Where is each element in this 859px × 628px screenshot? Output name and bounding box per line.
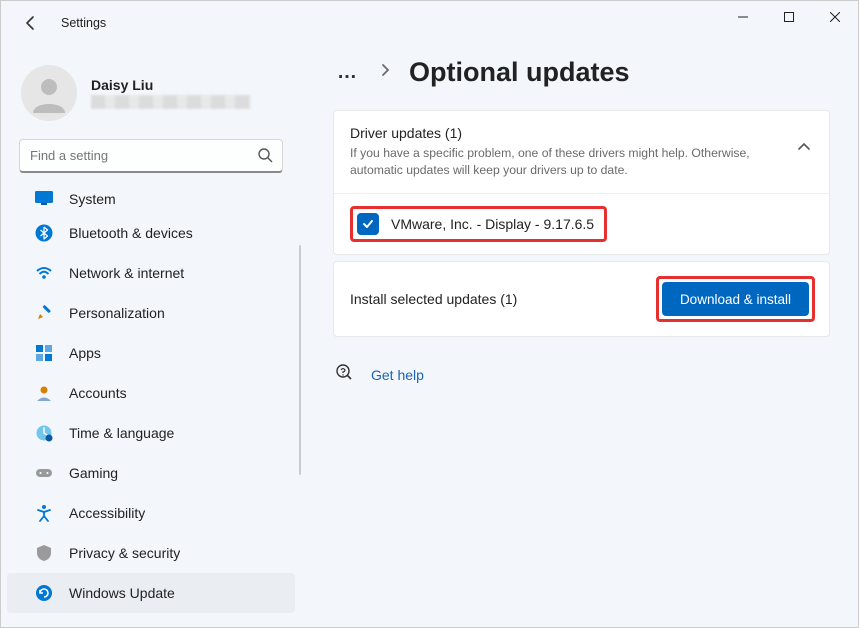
- help-icon: [335, 363, 353, 386]
- sidebar-item-network[interactable]: Network & internet: [7, 253, 295, 293]
- sidebar-item-gaming[interactable]: Gaming: [7, 453, 295, 493]
- sidebar-item-label: Time & language: [69, 425, 174, 441]
- sidebar-item-time[interactable]: Time & language: [7, 413, 295, 453]
- sidebar-item-system[interactable]: System: [7, 185, 295, 213]
- install-text: Install selected updates (1): [350, 291, 517, 307]
- breadcrumb: … Optional updates: [333, 57, 830, 88]
- sidebar-item-privacy[interactable]: Privacy & security: [7, 533, 295, 573]
- accounts-icon: [35, 384, 53, 402]
- sidebar-item-label: Personalization: [69, 305, 165, 321]
- sidebar-item-label: Accessibility: [69, 505, 145, 521]
- nav: System Bluetooth & devices Network & int…: [1, 185, 301, 627]
- update-icon: [35, 584, 53, 602]
- main: … Optional updates Driver updates (1) If…: [301, 45, 858, 627]
- sidebar-item-label: Windows Update: [69, 585, 175, 601]
- download-install-button[interactable]: Download & install: [662, 282, 809, 316]
- annotation-highlight: VMware, Inc. - Display - 9.17.6.5: [350, 206, 607, 242]
- content: Daisy Liu System Bluetooth & devices: [1, 45, 858, 627]
- sidebar-item-accessibility[interactable]: Accessibility: [7, 493, 295, 533]
- driver-updates-card: Driver updates (1) If you have a specifi…: [333, 110, 830, 255]
- back-button[interactable]: [17, 9, 45, 37]
- avatar: [21, 65, 77, 121]
- search-icon: [257, 147, 273, 168]
- arrow-left-icon: [23, 15, 39, 31]
- apps-icon: [35, 344, 53, 362]
- user-row[interactable]: Daisy Liu: [1, 53, 301, 139]
- chevron-up-icon[interactable]: [797, 139, 811, 157]
- gamepad-icon: [35, 464, 53, 482]
- maximize-button[interactable]: [766, 1, 812, 33]
- sidebar: Daisy Liu System Bluetooth & devices: [1, 45, 301, 627]
- minimize-button[interactable]: [720, 1, 766, 33]
- sidebar-item-label: System: [69, 191, 116, 207]
- sidebar-item-label: Bluetooth & devices: [69, 225, 193, 241]
- sidebar-item-apps[interactable]: Apps: [7, 333, 295, 373]
- sidebar-item-label: Privacy & security: [69, 545, 180, 561]
- window-title: Settings: [61, 16, 106, 30]
- chevron-right-icon: [381, 63, 391, 82]
- page-title: Optional updates: [409, 57, 630, 88]
- install-card: Install selected updates (1) Download & …: [333, 261, 830, 337]
- window-controls: [720, 1, 858, 33]
- maximize-icon: [784, 12, 794, 22]
- driver-checkbox[interactable]: [357, 213, 379, 235]
- scrollbar[interactable]: [299, 245, 301, 475]
- driver-row: VMware, Inc. - Display - 9.17.6.5: [334, 193, 829, 254]
- breadcrumb-ellipsis[interactable]: …: [333, 61, 363, 84]
- user-email-redacted: [91, 95, 251, 109]
- annotation-highlight: Download & install: [656, 276, 815, 322]
- sidebar-item-windows-update[interactable]: Windows Update: [7, 573, 295, 613]
- driver-label: VMware, Inc. - Display - 9.17.6.5: [391, 216, 594, 232]
- sidebar-item-label: Gaming: [69, 465, 118, 481]
- shield-icon: [35, 544, 53, 562]
- sidebar-item-label: Network & internet: [69, 265, 184, 281]
- sidebar-item-accounts[interactable]: Accounts: [7, 373, 295, 413]
- person-icon: [29, 73, 69, 113]
- bluetooth-icon: [35, 224, 53, 242]
- search-wrap: [19, 139, 283, 173]
- sidebar-item-label: Accounts: [69, 385, 127, 401]
- get-help-row[interactable]: Get help: [333, 363, 830, 386]
- sidebar-item-bluetooth[interactable]: Bluetooth & devices: [7, 213, 295, 253]
- clock-icon: [35, 424, 53, 442]
- driver-updates-header[interactable]: Driver updates (1) If you have a specifi…: [334, 111, 829, 193]
- accessibility-icon: [35, 504, 53, 522]
- driver-updates-subtitle: If you have a specific problem, one of t…: [350, 145, 775, 179]
- system-icon: [35, 189, 53, 207]
- user-info: Daisy Liu: [91, 77, 251, 109]
- sidebar-item-label: Apps: [69, 345, 101, 361]
- close-button[interactable]: [812, 1, 858, 33]
- close-icon: [830, 12, 840, 22]
- checkmark-icon: [361, 217, 375, 231]
- brush-icon: [35, 304, 53, 322]
- sidebar-item-personalization[interactable]: Personalization: [7, 293, 295, 333]
- get-help-link[interactable]: Get help: [371, 367, 424, 383]
- minimize-icon: [738, 12, 748, 22]
- search-input[interactable]: [19, 139, 283, 173]
- driver-updates-title: Driver updates (1): [350, 125, 775, 141]
- wifi-icon: [35, 264, 53, 282]
- user-name: Daisy Liu: [91, 77, 251, 93]
